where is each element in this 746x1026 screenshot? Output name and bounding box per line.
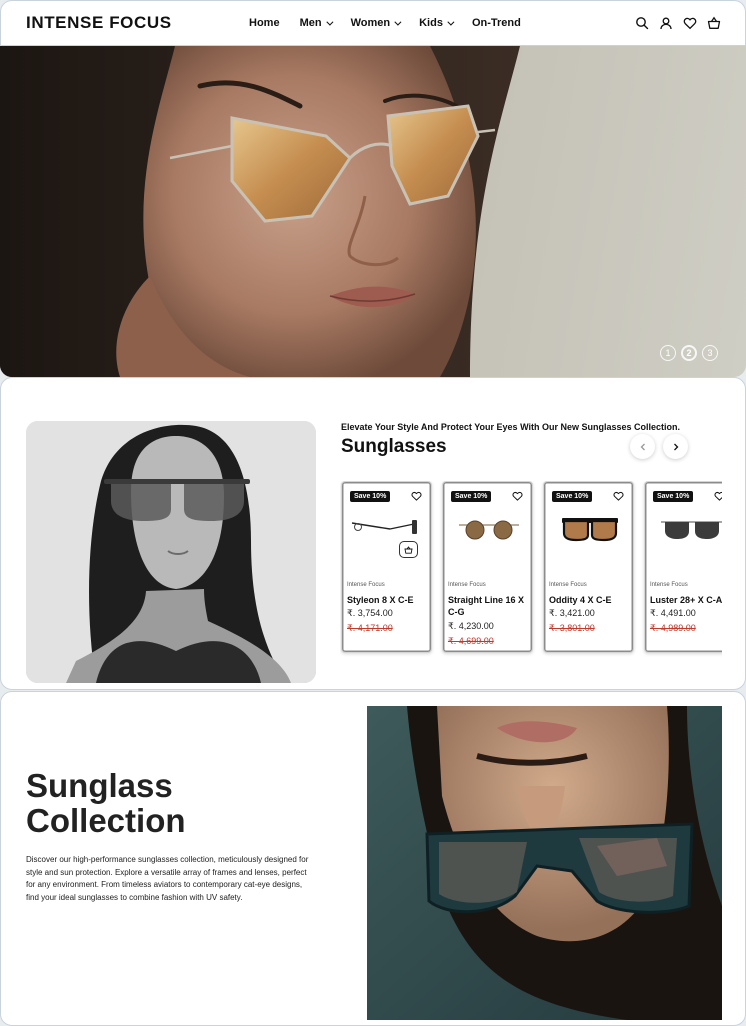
nav-women[interactable]: Women xyxy=(350,17,402,29)
nav-home-label: Home xyxy=(249,17,280,29)
wishlist-heart-icon[interactable] xyxy=(613,491,624,501)
collection-section: Sunglass Collection Discover our high-pe… xyxy=(0,691,746,1026)
collection-description: Discover our high-performance sunglasses… xyxy=(26,855,309,902)
product-name[interactable]: Luster 28+ X C-A xyxy=(650,594,722,606)
wishlist-heart-icon[interactable] xyxy=(512,491,523,501)
product-brand: Intense Focus xyxy=(549,582,587,588)
product-compare-price: ₹. 4,989.00 xyxy=(650,623,696,633)
hero-pagination: 1 2 3 xyxy=(660,345,718,361)
product-brand: Intense Focus xyxy=(448,582,486,588)
main-nav: Home Men Women Kids On-Trend xyxy=(249,17,541,29)
collection-title: Sunglass Collection xyxy=(26,767,186,839)
nav-on-trend-label: On-Trend xyxy=(471,17,521,29)
cart-icon[interactable] xyxy=(707,16,721,30)
account-icon[interactable] xyxy=(659,16,673,30)
nav-home[interactable]: Home xyxy=(249,17,280,29)
product-name[interactable]: Oddity 4 X C-E xyxy=(549,594,635,606)
save-badge: Save 10% xyxy=(451,491,492,502)
sunglasses-model-image xyxy=(26,421,316,683)
nav-on-trend[interactable]: On-Trend xyxy=(472,17,521,29)
hero-banner[interactable]: 1 2 3 xyxy=(0,46,746,377)
sunglasses-title: Sunglasses xyxy=(341,436,447,457)
chevron-down-icon xyxy=(394,18,402,26)
nav-men-label: Men xyxy=(299,17,322,29)
product-compare-price: ₹. 4,699.00 xyxy=(448,636,494,646)
product-image xyxy=(562,518,618,542)
search-icon[interactable] xyxy=(635,16,649,30)
basket-icon xyxy=(404,545,413,554)
product-price: ₹. 3,754.00 xyxy=(347,608,393,618)
site-logo[interactable]: INTENSE FOCUS xyxy=(26,13,172,33)
carousel-next-button[interactable] xyxy=(663,434,688,459)
wishlist-icon[interactable] xyxy=(683,16,697,30)
sunglasses-section: Elevate Your Style And Protect Your Eyes… xyxy=(0,377,746,690)
product-card[interactable]: Save 10% Intense Focus Luster 28+ X C-A … xyxy=(644,481,722,653)
product-card[interactable]: Save 10% Intense Focus Styleon 8 X C-E ₹… xyxy=(341,481,432,653)
wishlist-heart-icon[interactable] xyxy=(411,491,422,501)
product-price: ₹. 4,230.00 xyxy=(448,621,494,631)
save-badge: Save 10% xyxy=(552,491,593,502)
product-compare-price: ₹. 4,171.00 xyxy=(347,623,393,633)
product-card[interactable]: Save 10% Intense Focus Oddity 4 X C-E ₹.… xyxy=(543,481,634,653)
product-price: ₹. 4,491.00 xyxy=(650,608,696,618)
nav-kids[interactable]: Kids xyxy=(419,17,455,29)
product-name[interactable]: Straight Line 16 X C-G xyxy=(448,594,534,618)
product-carousel: Save 10% Intense Focus Styleon 8 X C-E ₹… xyxy=(340,481,722,657)
product-card[interactable]: Save 10% Intense Focus Straight Line 16 … xyxy=(442,481,533,653)
product-price: ₹. 3,421.00 xyxy=(549,608,595,618)
collection-image xyxy=(367,706,722,1020)
nav-women-label: Women xyxy=(350,17,391,29)
hero-dot-3[interactable]: 3 xyxy=(702,345,718,361)
site-header: INTENSE FOCUS Home Men Women Kids On-Tre… xyxy=(0,0,746,46)
hero-dot-2[interactable]: 2 xyxy=(681,345,697,361)
wishlist-heart-icon[interactable] xyxy=(714,491,722,501)
nav-men[interactable]: Men xyxy=(299,17,334,29)
product-image xyxy=(351,520,417,534)
product-image xyxy=(661,521,722,539)
hero-image xyxy=(0,46,520,377)
save-badge: Save 10% xyxy=(350,491,391,502)
header-actions xyxy=(635,16,721,30)
nav-kids-label: Kids xyxy=(419,17,443,29)
product-compare-price: ₹. 3,801.00 xyxy=(549,623,595,633)
product-brand: Intense Focus xyxy=(347,582,385,588)
save-badge: Save 10% xyxy=(653,491,694,502)
quick-add-button[interactable] xyxy=(399,541,418,558)
chevron-down-icon xyxy=(325,18,334,26)
product-name[interactable]: Styleon 8 X C-E xyxy=(347,594,433,606)
product-image xyxy=(459,520,519,540)
chevron-down-icon xyxy=(447,18,455,26)
product-brand: Intense Focus xyxy=(650,582,688,588)
chevron-left-icon xyxy=(640,443,645,450)
sunglasses-kicker: Elevate Your Style And Protect Your Eyes… xyxy=(341,422,681,432)
carousel-prev-button[interactable] xyxy=(630,434,655,459)
chevron-right-icon xyxy=(673,443,678,450)
hero-dot-1[interactable]: 1 xyxy=(660,345,676,361)
